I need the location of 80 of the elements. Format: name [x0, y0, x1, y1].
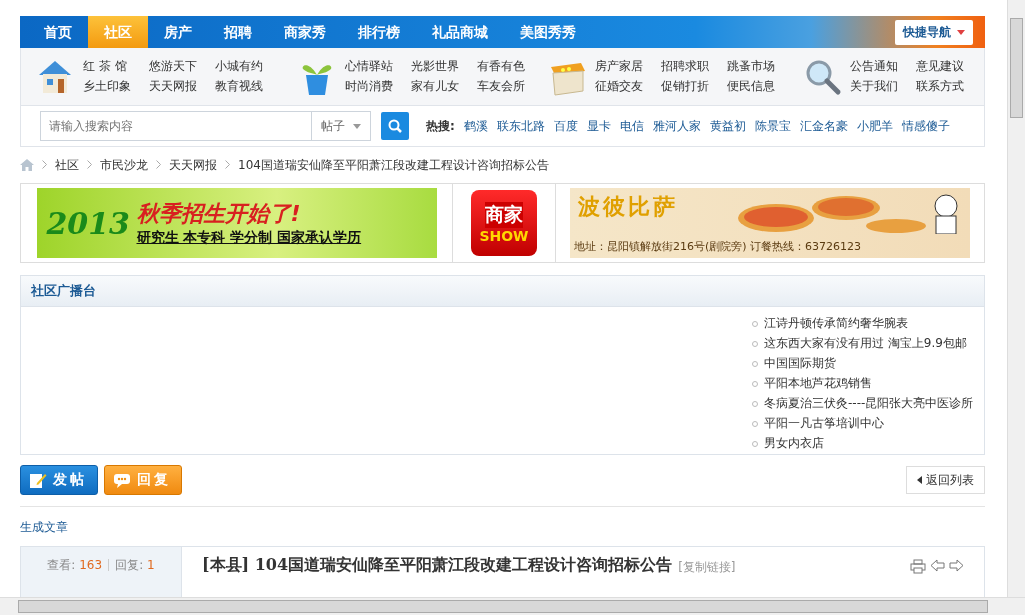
panel-title: 社区广播台 [21, 276, 984, 307]
broadcast-link[interactable]: 男女内衣店 [752, 435, 984, 452]
hot-search-link[interactable]: 情感傻子 [901, 117, 950, 135]
breadcrumb-link[interactable]: 社区 [55, 156, 79, 174]
hot-search-link[interactable]: 黄益初 [709, 117, 746, 135]
breadcrumb-link[interactable]: 市民沙龙 [100, 156, 148, 174]
caret-icon [957, 29, 965, 35]
nav-tab[interactable]: 商家秀 [268, 16, 342, 48]
print-icon[interactable] [910, 559, 926, 574]
subnav-link[interactable]: 车友会所 [477, 78, 525, 95]
generate-article-link[interactable]: 生成文章 [20, 519, 68, 536]
hot-search-link[interactable]: 百度 [553, 117, 578, 135]
thread-title: [本县] 104国道瑞安仙降至平阳萧江段改建工程设计咨询招标公告 [202, 555, 673, 576]
subnav-link[interactable]: 悠游天下 [149, 58, 197, 75]
subnav-link[interactable]: 招聘求职 [661, 58, 709, 75]
subnav-link[interactable]: 心情驿站 [345, 58, 393, 75]
views-count: 查看: 163 [47, 557, 103, 574]
nav-tab[interactable]: 招聘 [208, 16, 268, 48]
home-icon[interactable] [20, 159, 34, 171]
subnav-link[interactable]: 房产家居 [595, 58, 643, 75]
broadcast-link[interactable]: 这东西大家有没有用过 淘宝上9.9包邮 [752, 335, 984, 352]
subnav-link[interactable]: 意见建议 [916, 58, 964, 75]
broadcast-link[interactable]: 江诗丹顿传承简约奢华腕表 [752, 315, 984, 332]
subnav-link[interactable]: 跳蚤市场 [727, 58, 775, 75]
hot-search-link[interactable]: 汇金名豪 [799, 117, 848, 135]
nav-tab[interactable]: 房产 [148, 16, 208, 48]
broadcast-link[interactable]: 平阳一凡古筝培训中心 [752, 415, 984, 432]
nav-tab[interactable]: 首页 [28, 16, 88, 48]
quick-nav-button[interactable]: 快捷导航 [895, 19, 973, 45]
subnav-link[interactable]: 天天网报 [149, 78, 197, 95]
banner-subline: 地址：昆阳镇解放街216号(剧院旁) 订餐热线：63726123 [573, 239, 863, 254]
breadcrumb-link[interactable]: 天天网报 [169, 156, 217, 174]
edit-icon [29, 471, 47, 489]
subnav-link[interactable]: 家有儿女 [411, 78, 459, 95]
hot-search-link[interactable]: 雅河人家 [652, 117, 701, 135]
banner-subline: 研究生 本专科 学分制 国家承认学历 [136, 229, 363, 247]
nav-tab[interactable]: 排行榜 [342, 16, 416, 48]
subnav-link[interactable]: 红 茶 馆 [83, 58, 131, 75]
subnav-link[interactable]: 教育视线 [215, 78, 263, 95]
new-post-button[interactable]: 发帖 [20, 465, 98, 495]
ad-banner[interactable]: 波彼比萨 地址：昆阳镇解放街216号(剧院旁) 订餐热线：63726123 [570, 188, 970, 258]
hot-search-link[interactable]: 陈景宝 [754, 117, 791, 135]
subnav-link[interactable]: 关于我们 [850, 78, 898, 95]
previous-arrow-icon[interactable] [930, 559, 945, 572]
broadcast-link[interactable]: 冬病夏治三伏灸----昆阳张大亮中医诊所 [752, 395, 984, 412]
subnav-link[interactable]: 促销打折 [661, 78, 709, 95]
subnav-link[interactable]: 联系方式 [916, 78, 964, 95]
subnav-link[interactable]: 小城有约 [215, 58, 263, 75]
hot-search-link[interactable]: 鹤溪 [463, 117, 488, 135]
broadcast-link[interactable]: 中国国际期货 [752, 355, 984, 372]
subnav-link[interactable]: 便民信息 [727, 78, 775, 95]
subnav-link[interactable]: 公告通知 [850, 58, 898, 75]
nav-tab[interactable]: 礼品商城 [416, 16, 504, 48]
hot-search-link[interactable]: 显卡 [586, 117, 611, 135]
search-icon [388, 119, 402, 133]
chat-bubble-icon [113, 472, 131, 488]
search-field[interactable]: 请输入搜索内容 [40, 111, 311, 141]
search-button[interactable] [381, 112, 409, 140]
banner-year: 2013 [45, 205, 131, 241]
replies-count: 回复: 1 [115, 557, 155, 574]
broadcast-link[interactable]: 平阳本地芦花鸡销售 [752, 375, 984, 392]
hot-search-link[interactable]: 电信 [619, 117, 644, 135]
banner-headline: 秋季招生开始了! [136, 200, 302, 228]
hot-search-link[interactable]: 小肥羊 [856, 117, 893, 135]
subnav-link[interactable]: 乡土印象 [83, 78, 131, 95]
search-scope-dropdown[interactable]: 帖子 [311, 111, 371, 141]
subnav-link[interactable]: 时尚消费 [345, 78, 393, 95]
nav-tab[interactable]: 美图秀秀 [504, 16, 592, 48]
subnav-link[interactable]: 征婚交友 [595, 78, 643, 95]
breadcrumb-current: 104国道瑞安仙降至平阳萧江段改建工程设计咨询招标公告 [238, 156, 549, 174]
hot-search-link[interactable]: 联东北路 [496, 117, 545, 135]
shop-logo[interactable]: 商家 SHOW [471, 190, 537, 256]
subnav-link[interactable]: 有香有色 [477, 58, 525, 75]
next-arrow-icon[interactable] [949, 559, 964, 572]
banner-headline: 波彼比萨 [577, 193, 678, 221]
back-to-list-button[interactable]: 返回列表 [906, 466, 985, 494]
vertical-scrollbar[interactable] [1007, 0, 1025, 598]
hot-search-label: 热搜: [426, 117, 455, 135]
horizontal-scrollbar[interactable] [0, 597, 1025, 615]
subnav-link[interactable]: 光影世界 [411, 58, 459, 75]
